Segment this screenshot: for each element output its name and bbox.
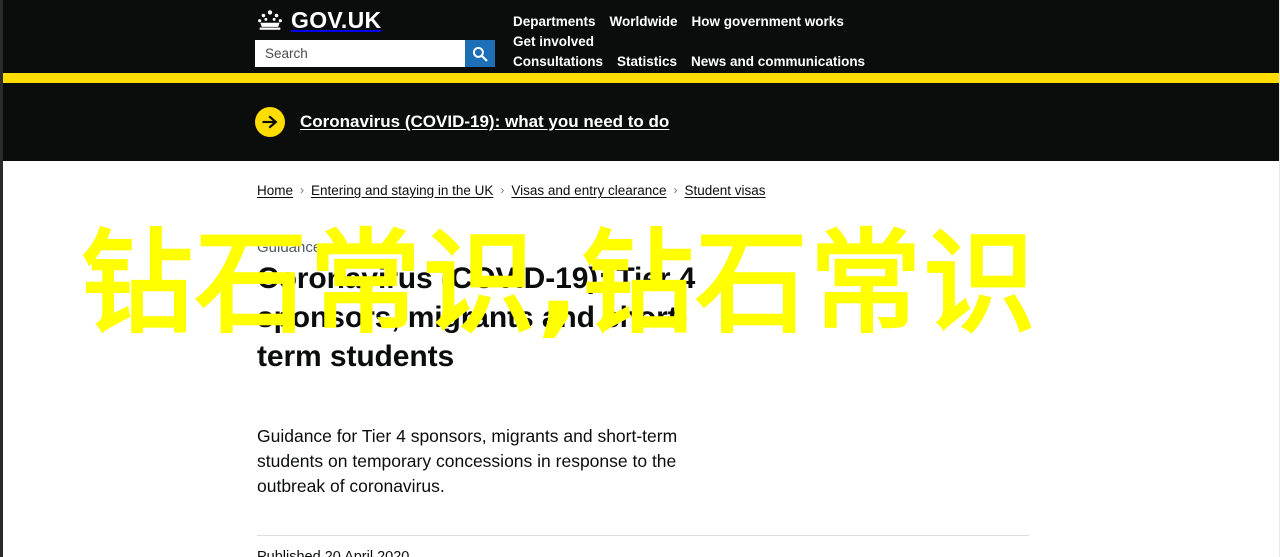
chevron-right-icon: › <box>500 183 505 197</box>
breadcrumb: Home › Entering and staying in the UK › … <box>257 182 1279 200</box>
nav-link-statistics[interactable]: Statistics <box>617 52 677 72</box>
header-navigation: Departments Worldwide How government wor… <box>513 7 933 72</box>
coronavirus-banner: Coronavirus (COVID-19): what you need to… <box>3 83 1279 161</box>
nav-link-departments[interactable]: Departments <box>513 12 596 32</box>
govuk-logo-link[interactable]: GOV.UK <box>255 7 513 33</box>
breadcrumb-item-entering-and-staying-in-the-uk[interactable]: Entering and staying in the UK <box>311 182 493 200</box>
govuk-header: GOV.UK Departments Worldwide Ho <box>3 0 1279 83</box>
site-search-form <box>255 40 495 67</box>
coronavirus-banner-link[interactable]: Coronavirus (COVID-19): what you need to… <box>300 112 669 132</box>
nav-link-news-and-communications[interactable]: News and communications <box>691 52 865 72</box>
page-summary: Guidance for Tier 4 sponsors, migrants a… <box>257 426 678 496</box>
search-button[interactable] <box>465 40 495 67</box>
published-date: Published 20 April 2020 <box>257 549 410 557</box>
search-input[interactable] <box>255 40 465 67</box>
chevron-right-icon: › <box>673 183 678 197</box>
nav-link-how-government-works[interactable]: How government works <box>692 12 844 32</box>
nav-link-worldwide[interactable]: Worldwide <box>610 12 678 32</box>
breadcrumb-item-student-visas[interactable]: Student visas <box>684 182 765 200</box>
govuk-logo-text: GOV.UK <box>291 6 382 33</box>
arrow-right-circle-icon <box>255 107 285 137</box>
breadcrumb-item-home[interactable]: Home <box>257 182 293 200</box>
search-icon <box>472 46 488 62</box>
page-title: Coronavirus (COVID-19): Tier 4 sponsors,… <box>257 262 696 373</box>
document-type-label: Guidance <box>257 239 322 256</box>
nav-link-consultations[interactable]: Consultations <box>513 52 603 72</box>
chevron-right-icon: › <box>300 183 305 197</box>
main-content: Home › Entering and staying in the UK › … <box>3 161 1279 557</box>
breadcrumb-item-visas-and-entry-clearance[interactable]: Visas and entry clearance <box>511 182 666 200</box>
crown-icon <box>255 9 285 31</box>
nav-link-get-involved[interactable]: Get involved <box>513 32 594 52</box>
metadata-divider <box>257 535 1029 536</box>
publication-metadata: Published 20 April 2020 From: Home Offic… <box>257 548 1279 557</box>
